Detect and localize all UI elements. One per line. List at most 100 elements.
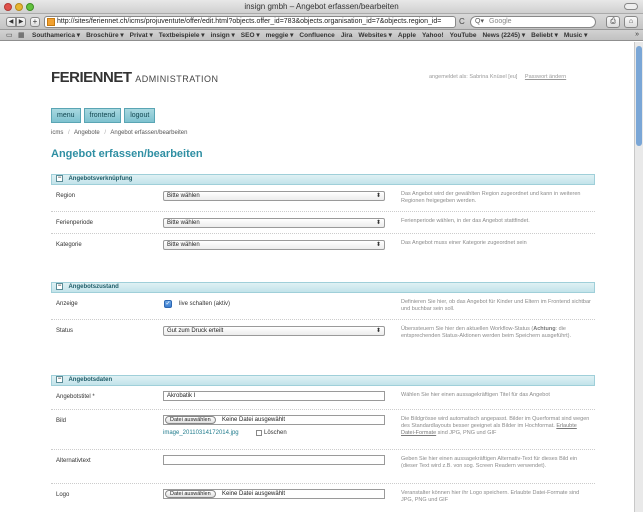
section-angebotsdaten: − Angebotsdaten Angebotstitel * Akrobati… xyxy=(51,375,595,512)
bild-file-input: Datei auswählen Keine Datei ausgewählt xyxy=(163,415,385,425)
select-arrows-icon: ⬍ xyxy=(375,328,381,334)
kategorie-select-value: Bitte wählen xyxy=(167,242,200,248)
anzeige-label: Anzeige xyxy=(56,301,78,307)
status-help-pre: Überssteuern Sie hier den aktuellen Work… xyxy=(401,326,534,332)
form-row-region: Region Bitte wählen ⬍ Das Angebot wird d… xyxy=(51,185,595,212)
select-arrows-icon: ⬍ xyxy=(375,220,381,226)
ferienperiode-label: Ferienperiode xyxy=(56,220,94,226)
kategorie-select[interactable]: Bitte wählen ⬍ xyxy=(163,240,385,250)
select-arrows-icon: ⬍ xyxy=(375,242,381,248)
bookmark-item[interactable]: Apple xyxy=(398,32,416,39)
bookmarks-list: Southamerica ▾ Broschüre ▾ Privat ▾ Textbei… xyxy=(32,31,593,39)
form-row-logo: Logo Datei auswählen Keine Datei ausgewä… xyxy=(51,484,595,512)
region-select[interactable]: Bitte wählen ⬍ xyxy=(163,191,385,201)
bookmark-item[interactable]: SEO ▾ xyxy=(241,32,260,39)
select-arrows-icon: ⬍ xyxy=(375,193,381,199)
section-header[interactable]: − Angebotszustand xyxy=(51,282,595,293)
vertical-scrollbar[interactable] xyxy=(634,42,643,512)
logo-main: FERIENNET xyxy=(51,69,132,86)
page-title: Angebot erfassen/bearbeiten xyxy=(51,148,203,160)
breadcrumb-item-current: Angebot erfassen/bearbeiten xyxy=(110,130,188,136)
login-info: angemeldet als: Sabrina Knüsel [eu] Pass… xyxy=(429,74,566,80)
toolbar-toggle-button[interactable] xyxy=(624,3,638,10)
logo-file-input: Datei auswählen Keine Datei ausgewählt xyxy=(163,489,385,499)
add-bookmark-button[interactable]: + xyxy=(30,17,40,27)
bookmark-item[interactable]: insign ▾ xyxy=(211,32,235,39)
status-help: Überssteuern Sie hier den aktuellen Work… xyxy=(401,326,591,340)
form-row-ferienperiode: Ferienperiode Bitte wählen ⬍ Ferienperio… xyxy=(51,212,595,234)
bild-help: Die Bildgrösse wird automatisch angepass… xyxy=(401,416,591,437)
window-titlebar: insign gmbh – Angebot erfassen/bearbeite… xyxy=(0,0,643,14)
bild-delete-label: Löschen xyxy=(264,430,287,436)
status-help-bold: Achtung xyxy=(533,326,556,332)
live-checkbox-label[interactable]: live schalten (aktiv) xyxy=(179,301,230,307)
status-label: Status xyxy=(56,328,74,334)
bookmark-item[interactable]: News (2245) ▾ xyxy=(482,32,525,39)
breadcrumb-separator: / xyxy=(104,130,107,136)
bild-choose-file-button[interactable]: Datei auswählen xyxy=(165,416,216,424)
bookmarks-more-icon[interactable]: » xyxy=(635,31,639,38)
change-password-link[interactable]: Passwort ändern xyxy=(525,74,566,80)
address-url: http://sites/feriennet.ch/icms/projuvent… xyxy=(57,18,442,25)
breadcrumb-item-angebote[interactable]: Angebote xyxy=(74,130,100,136)
collapse-icon[interactable]: − xyxy=(56,283,63,290)
home-button[interactable]: ⌂ xyxy=(624,16,638,28)
breadcrumb-item-icms[interactable]: icms xyxy=(51,130,63,136)
bild-label: Bild xyxy=(56,418,67,424)
breadcrumb-separator: / xyxy=(68,130,70,136)
search-input[interactable]: Q▾ Google xyxy=(470,16,596,28)
bookmark-item[interactable]: Websites ▾ xyxy=(358,32,392,39)
bookmark-item[interactable]: Beliebt ▾ xyxy=(531,32,558,39)
reload-icon[interactable]: C xyxy=(459,17,465,26)
logo-file-status: Keine Datei ausgewählt xyxy=(222,491,286,497)
ferienperiode-help: Ferienperiode wählen, in der das Angebot… xyxy=(401,218,530,224)
address-bar[interactable]: http://sites/feriennet.ch/icms/projuvent… xyxy=(44,16,456,28)
form-row-alttext: Alternativtext Geben Sie hier einen auss… xyxy=(51,450,595,484)
collapse-icon[interactable]: − xyxy=(56,175,63,182)
bookmark-item[interactable]: meggie ▾ xyxy=(266,32,294,39)
bookmark-item[interactable]: Yahoo! xyxy=(422,32,444,39)
window-title: insign gmbh – Angebot erfassen/bearbeite… xyxy=(244,2,399,11)
live-checkbox[interactable]: ✓ xyxy=(164,300,172,308)
back-button[interactable]: ◀ xyxy=(6,17,16,27)
bookmark-item[interactable]: YouTube xyxy=(450,32,477,39)
collapse-icon[interactable]: − xyxy=(56,376,63,383)
bookmarks-grid-icon[interactable]: ▦ xyxy=(18,31,25,39)
logo-choose-file-button[interactable]: Datei auswählen xyxy=(165,490,216,498)
frontend-button[interactable]: frontend xyxy=(83,108,122,123)
section-header[interactable]: − Angebotsdaten xyxy=(51,375,595,386)
bild-filename-link[interactable]: image_20110314172014.jpg xyxy=(163,430,239,436)
logo-sub: ADMINISTRATION xyxy=(135,74,219,84)
breadcrumb: icms / Angebote / Angebot erfassen/bearb… xyxy=(51,130,187,136)
bookmark-item[interactable]: Broschüre ▾ xyxy=(86,32,124,39)
bookmarks-bar: ▭ ▦ Southamerica ▾ Broschüre ▾ Privat ▾ Tex… xyxy=(0,30,643,41)
bookmark-item[interactable]: Textbeispiele ▾ xyxy=(159,32,205,39)
menu-button[interactable]: menu xyxy=(51,108,81,123)
reading-list-icon[interactable]: ▭ xyxy=(6,31,13,39)
section-header[interactable]: − Angebotsverknüpfung xyxy=(51,174,595,185)
titel-input[interactable]: Akrobatik I xyxy=(163,391,385,401)
logout-button[interactable]: logout xyxy=(124,108,156,123)
section-title: Angebotsverknüpfung xyxy=(68,176,133,183)
bookmark-item[interactable]: Music ▾ xyxy=(564,32,588,39)
bookmark-item[interactable]: Privat ▾ xyxy=(130,32,153,39)
section-angebotszustand: − Angebotszustand Anzeige ✓ live schalte… xyxy=(51,282,595,360)
section-angebotsverknuepfung: − Angebotsverknüpfung Region Bitte wähle… xyxy=(51,174,595,258)
forward-button[interactable]: ▶ xyxy=(16,17,26,27)
bild-delete-checkbox[interactable] xyxy=(256,430,262,436)
print-button[interactable]: ⎙ xyxy=(606,16,620,28)
bookmark-item[interactable]: Confluence xyxy=(299,32,334,39)
logo-help: Veranstalter können hier ihr Logo speich… xyxy=(401,490,580,503)
form-row-status: Status Gut zum Druck erteilt ⬍ Überssteu… xyxy=(51,320,595,360)
bookmark-item[interactable]: Southamerica ▾ xyxy=(32,32,80,39)
ferienperiode-select-value: Bitte wählen xyxy=(167,220,200,226)
form-row-bild: Bild Datei auswählen Keine Datei ausgewä… xyxy=(51,410,595,450)
alttext-input[interactable] xyxy=(163,455,385,465)
bookmark-item[interactable]: Jira xyxy=(341,32,353,39)
site-favicon-icon xyxy=(47,18,55,26)
scrollbar-thumb[interactable] xyxy=(636,46,642,146)
anzeige-help: Definieren Sie hier, ob das Angebot für … xyxy=(401,299,591,312)
login-user-text: angemeldet als: Sabrina Knüsel [eu] xyxy=(429,74,518,80)
status-select[interactable]: Gut zum Druck erteilt ⬍ xyxy=(163,326,385,336)
ferienperiode-select[interactable]: Bitte wählen ⬍ xyxy=(163,218,385,228)
